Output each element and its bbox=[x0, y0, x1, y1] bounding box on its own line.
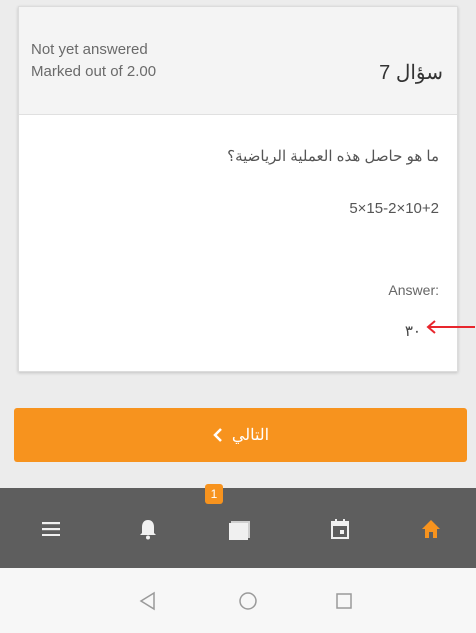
question-status: Not yet answered bbox=[31, 41, 148, 58]
red-arrow-icon bbox=[426, 320, 475, 334]
next-button[interactable]: التالي bbox=[14, 408, 467, 462]
back-icon[interactable] bbox=[136, 590, 158, 612]
home-icon[interactable] bbox=[418, 516, 444, 542]
home-circle-icon[interactable] bbox=[237, 590, 259, 612]
next-button-label: التالي bbox=[231, 427, 270, 444]
bell-icon[interactable] bbox=[135, 516, 161, 542]
bottom-navigation: 1 bbox=[0, 484, 476, 568]
question-title: سؤال 7 bbox=[379, 62, 443, 84]
question-card: Not yet answered Marked out of 2.00 سؤال… bbox=[18, 6, 458, 372]
recents-icon[interactable] bbox=[333, 590, 355, 612]
notification-badge: 1 bbox=[205, 484, 223, 504]
answer-value[interactable]: ٣٠ bbox=[405, 322, 421, 340]
menu-icon[interactable] bbox=[38, 516, 64, 542]
answer-label: :Answer bbox=[388, 282, 439, 298]
math-expression: 5×15-2×10+2 bbox=[349, 200, 439, 217]
messages-icon[interactable] bbox=[227, 516, 253, 542]
question-marks: Marked out of 2.00 bbox=[31, 63, 157, 80]
system-navigation-bar bbox=[0, 568, 476, 633]
question-text: ما هو حاصل هذه العملية الرياضية؟ bbox=[227, 148, 439, 165]
calendar-icon[interactable] bbox=[327, 516, 353, 542]
chevron-left-icon bbox=[213, 428, 222, 442]
question-status-block: Not yet answered Marked out of 2.00 bbox=[31, 39, 251, 83]
question-header: Not yet answered Marked out of 2.00 سؤال… bbox=[19, 7, 457, 115]
